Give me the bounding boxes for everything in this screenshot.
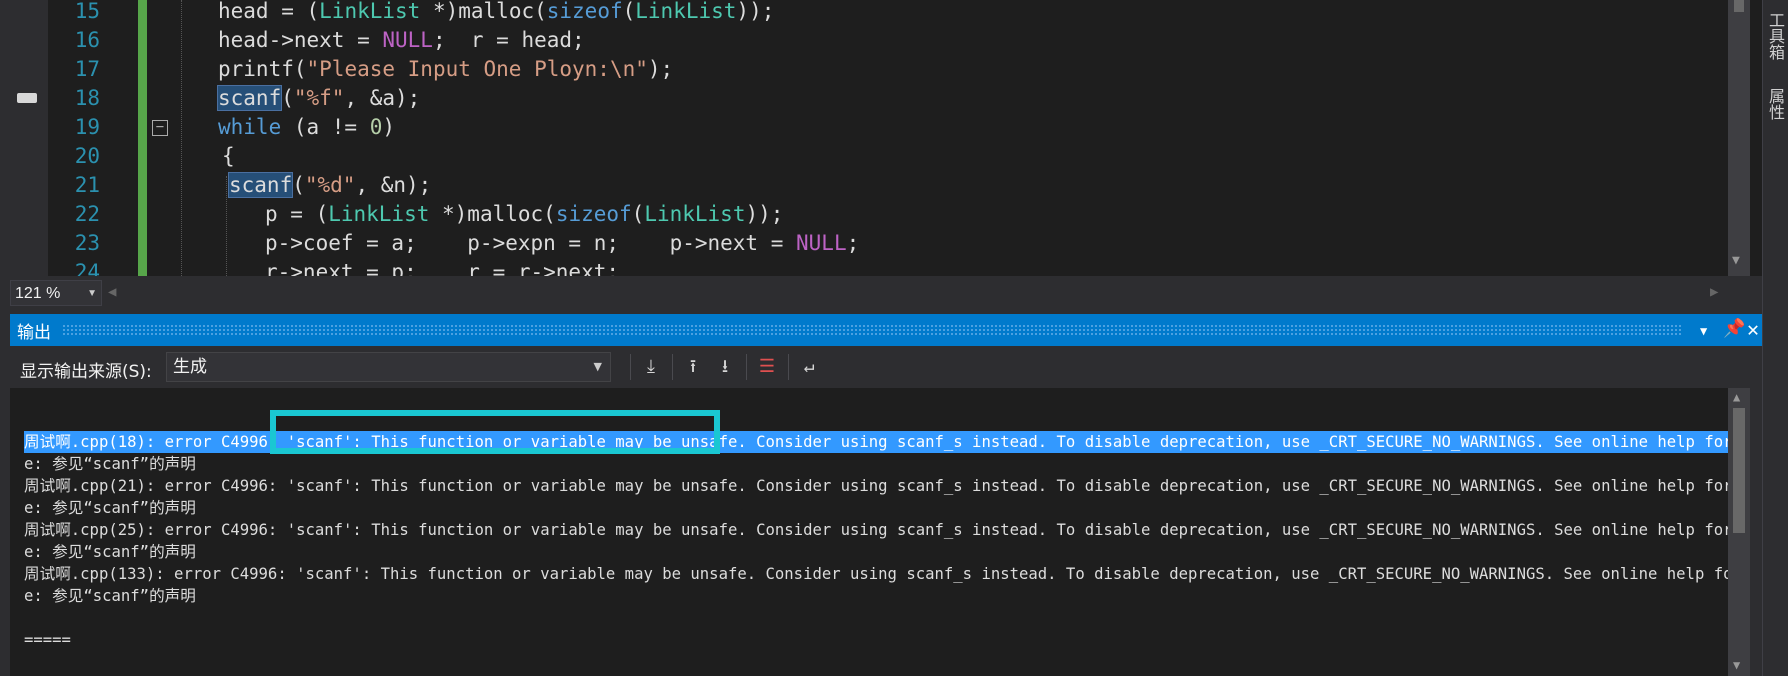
code-line[interactable]: head->next = NULL; r = head;: [218, 26, 585, 55]
tab-properties[interactable]: 属性: [1765, 88, 1787, 120]
code-line[interactable]: scanf("%d", &n);: [227, 171, 431, 200]
output-text-area[interactable]: 周试啊.cpp(18): error C4996: 'scanf': This …: [10, 388, 1728, 676]
code-line[interactable]: {: [222, 142, 235, 171]
line-number: 21: [74, 173, 100, 197]
line-number: 19: [74, 115, 100, 139]
code-editor[interactable]: − 15 16 17 18 19 20 21 22 23 24 head = (…: [0, 0, 1762, 276]
prev-message-icon[interactable]: ⭱: [680, 354, 706, 380]
clear-all-icon[interactable]: ☰: [754, 354, 780, 380]
toolbar-separator: [630, 354, 631, 380]
window-menu-dropdown-icon[interactable]: ▼: [1700, 320, 1707, 342]
output-line[interactable]: =====: [24, 629, 71, 651]
line-number: 22: [74, 202, 100, 226]
code-line[interactable]: r->next = p; r = r->next;: [265, 258, 619, 276]
tab-toolbox[interactable]: 工具箱: [1765, 12, 1787, 60]
line-number: 17: [74, 57, 100, 81]
output-pane-title: 输出: [17, 323, 51, 343]
zoom-level-dropdown[interactable]: 121 % ▼: [10, 280, 102, 306]
toolbar-separator: [788, 354, 789, 380]
next-message-icon[interactable]: ⭳: [712, 354, 738, 380]
output-line[interactable]: e: 参见“scanf”的声明: [24, 585, 196, 607]
glyph-margin: [0, 0, 48, 276]
change-tracking-bar: [138, 0, 147, 276]
line-number: 16: [74, 28, 100, 52]
scroll-down-arrow-icon[interactable]: ▼: [1733, 658, 1740, 672]
indent-guide: [226, 176, 228, 276]
right-dock-tabs: 工具箱 属性: [1762, 0, 1788, 676]
scroll-right-arrow-icon[interactable]: ▶: [1710, 284, 1718, 300]
chevron-down-icon: ▼: [87, 288, 97, 299]
output-pane-titlebar[interactable]: 输出 ▼ 📌 ✕: [10, 314, 1762, 346]
output-source-dropdown[interactable]: 生成 ▼: [166, 352, 611, 382]
output-line[interactable]: e: 参见“scanf”的声明: [24, 453, 196, 475]
close-icon[interactable]: ✕: [1747, 318, 1759, 340]
output-line[interactable]: 周试啊.cpp(133): error C4996: 'scanf': This…: [24, 563, 1728, 585]
scroll-down-arrow-icon[interactable]: ▼: [1732, 253, 1740, 268]
output-line[interactable]: 周试啊.cpp(25): error C4996: 'scanf': This …: [24, 519, 1728, 541]
code-line[interactable]: p->coef = a; p->expn = n; p->next = NULL…: [265, 229, 859, 258]
scrollbar-thumb[interactable]: [1733, 408, 1745, 533]
toolbar-separator: [746, 354, 747, 380]
output-source-value: 生成: [173, 357, 207, 377]
code-line[interactable]: while (a != 0): [218, 113, 395, 142]
output-vertical-scrollbar[interactable]: ▲ ▼: [1728, 388, 1750, 676]
current-statement-arrow-icon: [17, 93, 37, 103]
line-number: 24: [74, 260, 100, 276]
output-line[interactable]: e: 参见“scanf”的声明: [24, 541, 196, 563]
pin-icon[interactable]: 📌: [1723, 318, 1745, 340]
goto-current-icon[interactable]: ⤓: [638, 354, 664, 380]
line-number: 15: [74, 0, 100, 23]
output-line[interactable]: 周试啊.cpp(21): error C4996: 'scanf': This …: [24, 475, 1728, 497]
code-line[interactable]: scanf("%f", &a);: [216, 84, 420, 113]
zoom-level-value: 121 %: [15, 285, 61, 302]
editor-vertical-scrollbar[interactable]: ▼: [1728, 0, 1750, 276]
code-line[interactable]: head = (LinkList *)malloc(sizeof(LinkLis…: [218, 0, 774, 26]
output-source-label: 显示输出来源(S):: [20, 362, 152, 382]
line-number: 20: [74, 144, 100, 168]
output-toolbar: 显示输出来源(S): 生成 ▼ ⤓ ⭱ ⭳ ☰ ↵: [10, 346, 1762, 388]
scroll-up-arrow-icon[interactable]: ▲: [1733, 390, 1740, 404]
line-number: 23: [74, 231, 100, 255]
titlebar-grip: [62, 324, 1682, 336]
indent-guide: [181, 0, 183, 276]
word-wrap-icon[interactable]: ↵: [796, 354, 822, 380]
output-line[interactable]: e: 参见“scanf”的声明: [24, 497, 196, 519]
collapse-toggle-icon[interactable]: −: [152, 120, 168, 136]
scroll-left-arrow-icon[interactable]: ◀: [108, 284, 116, 300]
line-number: 18: [74, 86, 100, 110]
toolbar-separator: [672, 354, 673, 380]
annotation-highlight-box: [270, 410, 720, 454]
code-line[interactable]: p = (LinkList *)malloc(sizeof(LinkList))…: [265, 200, 783, 229]
scrollbar-thumb[interactable]: [1734, 0, 1744, 12]
chevron-down-icon: ▼: [593, 360, 602, 373]
code-line[interactable]: printf("Please Input One Ployn:\n");: [218, 55, 673, 84]
editor-status-strip: 121 % ▼ ◀ ▶: [0, 276, 1762, 312]
